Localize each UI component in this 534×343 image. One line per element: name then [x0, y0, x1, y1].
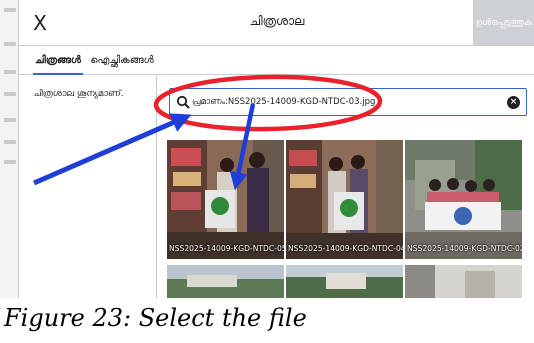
photo-outdoor [167, 265, 284, 298]
screenshot: X ചിത്രശാല ഉൾപ്പെടുത്തുക ചിത്രങ്ങൾ ഐച്ഛി… [0, 0, 534, 298]
photo-volunteers-poster [286, 140, 403, 259]
figure-caption: Figure 23: Select the file [4, 304, 307, 332]
result-thumbnail[interactable] [167, 265, 284, 298]
result-thumbnail[interactable]: NSS2025-14009-KGD-NTDC-05 [167, 140, 284, 259]
result-thumbnail[interactable] [405, 265, 522, 298]
result-thumbnail[interactable]: NSS2025-14009-KGD-NTDC-02 [405, 140, 522, 259]
search-input[interactable] [192, 92, 492, 112]
result-thumbnail[interactable]: NSS2025-14009-KGD-NTDC-04 [286, 140, 403, 259]
gallery-empty-text: ചിത്രശാല ശൂന്യമാണ്. [33, 89, 124, 99]
result-caption: NSS2025-14009-KGD-NTDC-02 [407, 244, 522, 253]
search-icon [176, 95, 190, 109]
dialog-header: X ചിത്രശാല ഉൾപ്പെടുത്തുക [19, 0, 534, 46]
dialog-title: ചിത്രശാല [249, 14, 305, 28]
search-box[interactable]: × [169, 88, 527, 116]
result-caption: NSS2025-14009-KGD-NTDC-04 [288, 244, 403, 253]
tab-options[interactable]: ഐച്ഛികങ്ങൾ [89, 47, 155, 75]
photo-volunteers-poster [167, 140, 284, 259]
tab-images[interactable]: ചിത്രങ്ങൾ [33, 47, 83, 75]
clear-icon[interactable]: × [507, 96, 520, 109]
result-caption: NSS2025-14009-KGD-NTDC-05 [169, 244, 284, 253]
result-thumbnail[interactable] [286, 265, 403, 298]
gallery-dialog: X ചിത്രശാല ഉൾപ്പെടുത്തുക ചിത്രങ്ങൾ ഐച്ഛി… [18, 0, 534, 298]
tab-bar: ചിത്രങ്ങൾ ഐച്ഛികങ്ങൾ [19, 47, 534, 75]
gallery-sidebar: ചിത്രശാല ശൂന്യമാണ്. [19, 76, 157, 298]
photo-outdoor [286, 265, 403, 298]
photo-indoor [405, 265, 522, 298]
results-grid: NSS2025-14009-KGD-NTDC-05 NSS2025-14009-… [167, 140, 534, 298]
insert-button[interactable]: ഉൾപ്പെടുത്തുക [473, 0, 534, 46]
photo-group-banner [405, 140, 522, 259]
